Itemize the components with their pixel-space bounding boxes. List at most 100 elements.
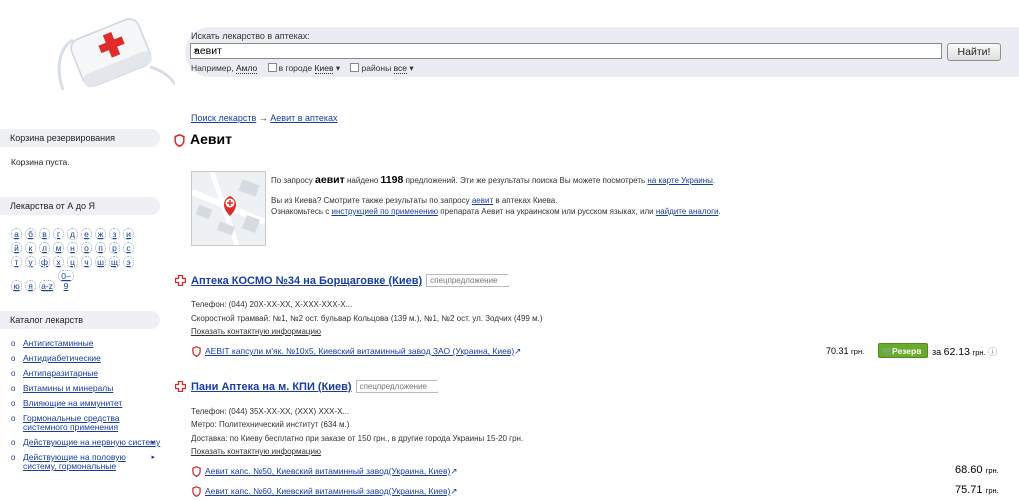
pharmacy-2-contact-link[interactable]: Показать контактную информацию [191,447,321,456]
reserve-button[interactable]: 🛒 Резерв [878,343,928,358]
instruction-link[interactable]: инструкцией по применению [332,207,439,216]
districts-chevron-icon[interactable]: ▾ [407,63,413,73]
city-label: в городе [278,63,313,73]
az-header: Лекарства от А до Я [0,197,160,215]
external-link-icon[interactable]: ↗ [450,486,457,496]
catalog-item-label: Витамины и минералы [23,383,114,393]
letter-link[interactable]: у [25,256,36,268]
example-link[interactable]: Амло [235,63,258,74]
letter-link[interactable]: 0–9 [58,270,74,291]
breadcrumb-current[interactable]: Аевит в аптеках [270,113,337,123]
reserve-label: Резерв [892,346,922,356]
letter-link[interactable]: е [81,228,92,240]
summary-mid: найдено [346,176,379,185]
letter-link[interactable]: р [109,242,120,254]
letter-link[interactable]: ю [11,280,22,292]
search-dropdown-icon[interactable]: ▾ [194,46,938,55]
letter-link[interactable]: ц [67,256,78,268]
letter-link[interactable]: ф [39,256,50,268]
reserve-price: за 62.13 грн. ⓘ [932,345,997,358]
pharmacy-cross-icon [175,381,186,392]
price-value: 68.60 [955,464,983,476]
cart-empty-text: Корзина пуста. [11,157,70,167]
first-aid-kit-logo[interactable] [55,12,175,92]
letter-link[interactable]: э [123,256,134,268]
pharmacy-2-name[interactable]: Пани Аптека на м. КПИ (Киев) [191,381,352,393]
expand-arrow-icon[interactable]: ▸ [151,438,155,447]
city-checkbox[interactable] [267,63,277,72]
letter-link[interactable]: г [53,228,64,240]
catalog-item[interactable]: Влияющие на иммунитет [11,398,161,409]
map-thumbnail[interactable] [190,171,267,246]
product-row: АЕВІТ капсули м'як. №10х5, Киевский вита… [205,346,521,357]
page-title: Аевит [190,131,232,147]
pharmacy-cross-icon [175,275,186,286]
districts-checkbox[interactable] [350,63,360,72]
search-input[interactable]: аевит ▾ [190,43,942,59]
map-link[interactable]: на карте Украины [647,176,713,185]
catalog-item[interactable]: Антипаразитарные [11,369,161,379]
letter-link[interactable]: о [81,242,92,254]
catalog-list: Антигистаминные Антидиабетические Антипара… [11,339,161,477]
kiev-query-link[interactable]: аевит [472,196,493,205]
letter-link[interactable]: й [11,242,22,254]
catalog-item[interactable]: Действующие на половую систему, гормонал… [11,453,161,471]
catalog-item[interactable]: Действующие на нервную систему▸ [11,438,161,448]
letter-link[interactable]: с [123,242,134,254]
catalog-item-label: Антигистаминные [23,338,94,348]
expand-arrow-icon[interactable]: ▸ [151,453,155,462]
letter-link[interactable]: в [39,228,50,240]
search-label: Искать лекарство в аптеках: [191,31,310,41]
letter-link[interactable]: ш [95,256,106,268]
pharmacy-1-transport: Скоростной трамвай: №1, №2 ост. бульвар … [191,314,543,323]
letter-link[interactable]: з [109,228,120,240]
city-chevron-icon[interactable]: ▾ [333,63,340,73]
catalog-item[interactable]: Гормональные средства системного примене… [11,414,161,432]
letter-link[interactable]: л [39,242,50,254]
product-row: Аевит капс. №60, Киевский витаминный зав… [205,486,457,497]
districts-label: районы [361,63,392,73]
letter-link[interactable]: a-z [39,280,55,292]
letter-link[interactable]: т [11,256,22,268]
letter-link[interactable]: б [25,228,36,240]
product-link[interactable]: Аевит капс. №60, Киевский витаминный зав… [205,486,450,496]
instr-end: . [718,207,721,216]
breadcrumb: Поиск лекарств → Аевит в аптеках [191,113,338,123]
letter-link[interactable]: к [25,242,36,254]
external-link-icon[interactable]: ↗ [514,346,521,356]
letter-link[interactable]: ч [81,256,92,268]
info-icon[interactable]: ⓘ [988,347,997,357]
pharmacy-1-contact-link[interactable]: Показать контактную информацию [191,327,321,336]
summary-count: 1198 [380,174,404,186]
letter-link[interactable]: н [67,242,78,254]
results-summary: По запросу аевит найдено 1198 предложени… [271,174,716,186]
letter-link[interactable]: х [53,256,64,268]
letter-link[interactable]: м [53,242,64,254]
letter-link[interactable]: я [25,280,36,292]
find-button[interactable]: Найти! [947,43,1001,61]
catalog-item-label: Влияющие на иммунитет [23,398,123,408]
product-link[interactable]: АЕВІТ капсули м'як. №10х5, Киевский вита… [205,346,514,356]
breadcrumb-root[interactable]: Поиск лекарств [191,113,256,123]
letter-link[interactable]: ж [95,228,106,240]
price-currency: грн. [985,486,999,495]
city-select[interactable]: Киев [314,63,334,74]
letter-link[interactable]: и [123,228,134,240]
product-price: 75.71 грн. [955,484,999,496]
analogs-link[interactable]: найдите аналоги [656,207,719,216]
product-link[interactable]: Аевит капс. №50, Киевский витаминный зав… [205,466,450,476]
shield-icon [174,134,185,147]
kiev-pre: Вы из Киева? Смотрите также результаты п… [271,196,470,205]
catalog-item[interactable]: Антигистаминные [11,338,161,349]
external-link-icon[interactable]: ↗ [450,466,457,476]
catalog-item[interactable]: Витамины и минералы [11,383,161,394]
instruction-line: Ознакомьтесь с инструкцией по применению… [271,207,721,216]
catalog-item[interactable]: Антидиабетические [11,354,161,364]
reserve-price-value: 62.13 [943,346,970,358]
letter-link[interactable]: а [11,228,22,240]
letter-link[interactable]: д [67,228,78,240]
districts-select[interactable]: все [393,63,407,74]
letter-link[interactable]: щ [109,256,120,268]
pharmacy-1-name[interactable]: Аптека КОСМО №34 на Борщаговке (Киев) [191,275,422,287]
letter-link[interactable]: п [95,242,106,254]
